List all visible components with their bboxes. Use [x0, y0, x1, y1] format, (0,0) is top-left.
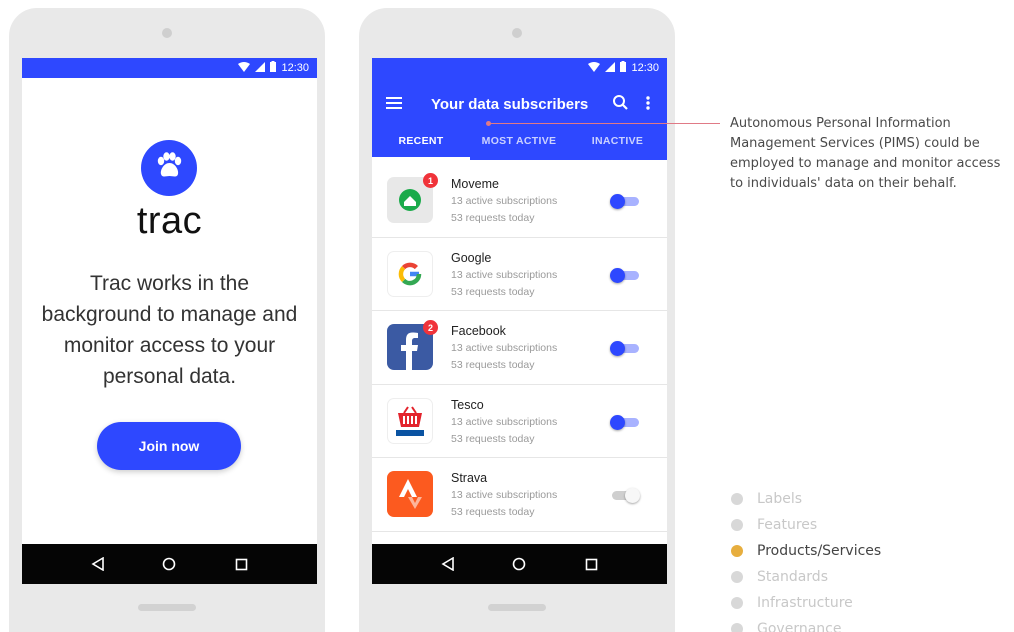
wifi-icon — [588, 61, 601, 75]
back-icon[interactable] — [87, 553, 109, 575]
notification-badge: 1 — [423, 173, 438, 188]
tab-recent[interactable]: RECENT — [372, 122, 470, 160]
subscribers-screen: 12:30 Your data subscribers RECENT MOST … — [372, 58, 667, 584]
subscriber-subscriptions: 13 active subscriptions — [451, 489, 558, 501]
subscriber-name: Tesco — [451, 397, 484, 412]
legend-item-features: Features — [731, 512, 881, 538]
recents-icon[interactable] — [580, 553, 602, 575]
legend-label: Products/Services — [757, 543, 882, 559]
access-toggle[interactable] — [610, 267, 640, 283]
join-now-button[interactable]: Join now — [97, 422, 241, 470]
subscriber-row-strava[interactable]: Strava 13 active subscriptions 53 reques… — [372, 458, 667, 532]
subscriber-row-moveme[interactable]: 1 Moveme 13 active subscriptions 53 requ… — [372, 164, 667, 238]
battery-icon — [270, 61, 277, 75]
battery-icon — [620, 61, 627, 75]
subscriber-name: Facebook — [451, 324, 506, 338]
app-bar: Your data subscribers RECENT MOST ACTIVE… — [372, 78, 667, 160]
google-icon — [387, 250, 433, 297]
onboarding-screen: 12:30 trac Trac works in the background … — [22, 58, 317, 584]
tab-inactive[interactable]: INACTIVE — [568, 122, 667, 160]
more-options-icon[interactable] — [643, 94, 653, 112]
camera — [512, 28, 522, 38]
camera — [162, 28, 172, 38]
access-toggle[interactable] — [610, 488, 640, 503]
legend-label: Governance — [757, 621, 842, 632]
subscriber-subscriptions: 13 active subscriptions — [451, 268, 558, 281]
menu-icon[interactable] — [386, 96, 404, 110]
trac-logo — [141, 140, 197, 196]
subscriber-name: Google — [451, 250, 492, 265]
signal-icon — [255, 61, 266, 75]
paw-icon — [154, 151, 184, 185]
wifi-icon — [238, 61, 251, 75]
phone-bottom-bar — [138, 604, 196, 611]
subscriber-requests: 53 requests today — [451, 506, 535, 518]
legend-item-standards: Standards — [731, 564, 881, 590]
category-legend: Labels Features Products/Services Standa… — [731, 486, 881, 632]
legend-dot — [731, 519, 743, 531]
subscriber-subscriptions: 13 active subscriptions — [451, 415, 558, 428]
legend-item-products-services: Products/Services — [731, 538, 881, 564]
notification-badge: 2 — [423, 320, 438, 335]
home-icon[interactable] — [508, 553, 530, 575]
legend-dot — [731, 545, 743, 557]
page-title: Your data subscribers — [431, 96, 589, 113]
phone-frame-subscribers: 12:30 Your data subscribers RECENT MOST … — [359, 8, 675, 632]
recents-icon[interactable] — [230, 553, 252, 575]
legend-dot — [731, 597, 743, 609]
subscriber-subscriptions: 13 active subscriptions — [451, 195, 558, 207]
subscriber-requests: 53 requests today — [451, 432, 535, 445]
nav-bar — [22, 544, 317, 584]
legend-dot — [731, 493, 743, 505]
legend-dot — [731, 571, 743, 583]
connector-line — [488, 123, 720, 124]
legend-label: Labels — [757, 491, 803, 507]
legend-item-infrastructure: Infrastructure — [731, 590, 881, 616]
subscriber-requests: 53 requests today — [451, 212, 535, 224]
phone-frame-onboarding: 12:30 trac Trac works in the background … — [9, 8, 325, 632]
status-time: 12:30 — [631, 62, 659, 74]
tab-bar: RECENT MOST ACTIVE INACTIVE — [372, 122, 667, 160]
access-toggle[interactable] — [610, 194, 640, 209]
subscriber-requests: 53 requests today — [451, 285, 535, 298]
nav-bar — [372, 544, 667, 584]
legend-label: Features — [757, 517, 818, 533]
subscriber-subscriptions: 13 active subscriptions — [451, 342, 558, 354]
legend-item-governance: Governance — [731, 616, 881, 632]
legend-label: Standards — [757, 569, 828, 585]
annotation-text: Autonomous Personal Information Manageme… — [730, 116, 1001, 191]
subscriber-name: Strava — [451, 471, 488, 485]
legend-item-labels: Labels — [731, 486, 881, 512]
access-toggle[interactable] — [610, 341, 640, 356]
status-bar: 12:30 — [372, 58, 667, 78]
tesco-icon — [387, 397, 433, 444]
back-icon[interactable] — [437, 553, 459, 575]
subscriber-requests: 53 requests today — [451, 359, 535, 371]
phone-bottom-bar — [488, 604, 546, 611]
access-toggle[interactable] — [610, 414, 640, 430]
search-icon[interactable] — [612, 94, 630, 112]
tab-most-active[interactable]: MOST ACTIVE — [470, 122, 568, 160]
legend-label: Infrastructure — [757, 595, 853, 611]
strava-icon — [387, 471, 433, 517]
home-icon[interactable] — [158, 553, 180, 575]
status-bar: 12:30 — [22, 58, 317, 78]
intro-text: Trac works in the background to manage a… — [41, 272, 298, 388]
subscriber-row-google[interactable]: Google 13 active subscriptions 53 reques… — [372, 238, 667, 311]
brand-name: trac — [136, 200, 203, 242]
legend-dot — [731, 623, 743, 632]
signal-icon — [605, 61, 616, 75]
status-time: 12:30 — [281, 62, 309, 74]
subscriber-list: 1 Moveme 13 active subscriptions 53 requ… — [372, 164, 667, 532]
subscriber-name: Moveme — [451, 177, 499, 191]
subscriber-row-facebook[interactable]: 2 Facebook 13 active subscriptions 53 re… — [372, 311, 667, 385]
subscriber-row-tesco[interactable]: Tesco 13 active subscriptions 53 request… — [372, 385, 667, 458]
